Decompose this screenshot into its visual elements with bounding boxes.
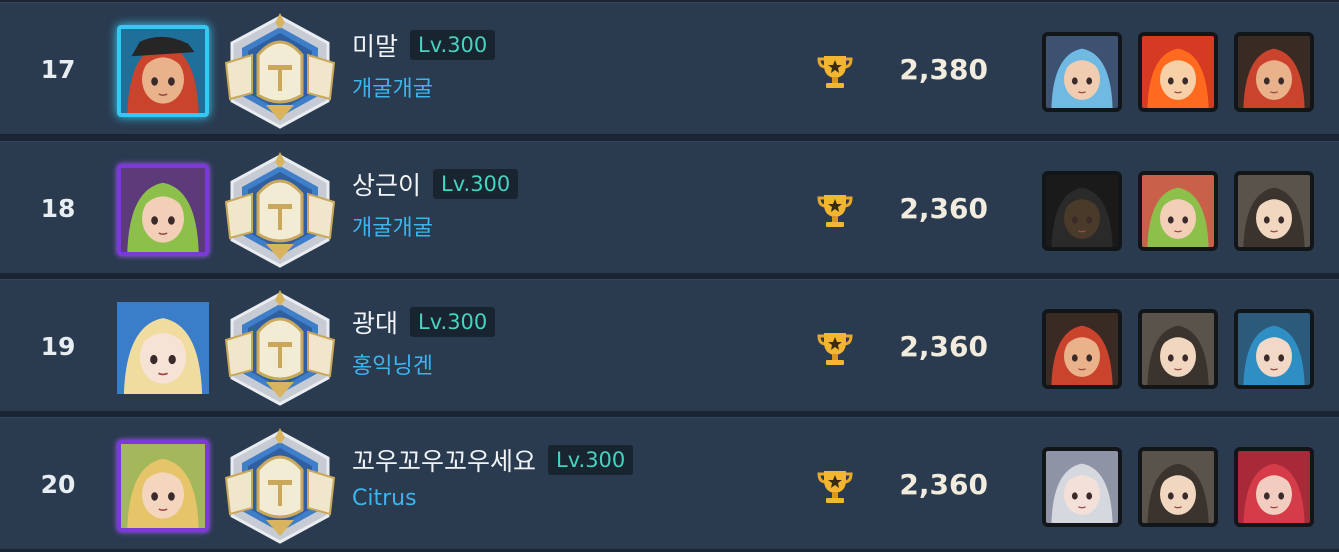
hero-portrait[interactable]	[1042, 309, 1122, 389]
hero-portrait[interactable]	[1138, 447, 1218, 527]
hero-portrait[interactable]	[1042, 171, 1122, 251]
ranking-list: 17 미말 Lv.300 개굴개굴 2,380 18 상근이 Lv.300 개굴…	[0, 0, 1339, 552]
trophy-icon	[815, 53, 855, 91]
rank-number: 17	[40, 54, 76, 84]
trophy-icon	[815, 330, 855, 368]
guild-name[interactable]: 홍익닝겐	[352, 348, 433, 380]
knight-helmet-emblem-icon	[222, 426, 338, 548]
hero-portrait[interactable]	[1234, 32, 1314, 112]
player-name-line: 상근이 Lv.300	[352, 165, 519, 203]
level-badge: Lv.300	[410, 307, 496, 337]
ranking-row[interactable]: 17 미말 Lv.300 개굴개굴 2,380	[0, 2, 1339, 134]
knight-helmet-emblem-icon	[222, 288, 338, 410]
hero-portrait[interactable]	[1234, 447, 1314, 527]
player-name: 광대	[352, 309, 399, 338]
ranking-row[interactable]: 18 상근이 Lv.300 개굴개굴 2,360	[0, 141, 1339, 273]
team-heroes	[1042, 309, 1314, 389]
player-avatar[interactable]	[117, 164, 209, 256]
hero-portrait[interactable]	[1042, 32, 1122, 112]
hero-portrait[interactable]	[1138, 309, 1218, 389]
level-badge: Lv.300	[433, 169, 519, 199]
score: 2,360	[899, 329, 988, 363]
ranking-row[interactable]: 20 꼬우꼬우꼬우세요 Lv.300 Citrus 2,360	[0, 417, 1339, 549]
player-avatar[interactable]	[117, 440, 209, 532]
ranking-row[interactable]: 19 광대 Lv.300 홍익닝겐 2,360	[0, 279, 1339, 411]
trophy-icon	[815, 192, 855, 230]
score: 2,380	[899, 52, 988, 86]
hero-portrait[interactable]	[1234, 309, 1314, 389]
score: 2,360	[899, 191, 988, 225]
hero-portrait[interactable]	[1138, 32, 1218, 112]
level-badge: Lv.300	[548, 445, 634, 475]
rank-number: 20	[40, 469, 76, 499]
guild-name[interactable]: 개굴개굴	[352, 71, 433, 103]
player-name-line: 미말 Lv.300	[352, 26, 496, 64]
level-badge: Lv.300	[410, 30, 496, 60]
team-heroes	[1042, 171, 1314, 251]
player-name: 미말	[352, 32, 399, 61]
trophy-icon	[815, 468, 855, 506]
team-heroes	[1042, 32, 1314, 112]
player-name-line: 광대 Lv.300	[352, 303, 496, 341]
score: 2,360	[899, 467, 988, 501]
player-name-line: 꼬우꼬우꼬우세요 Lv.300	[352, 441, 634, 479]
player-name: 꼬우꼬우꼬우세요	[352, 447, 537, 476]
player-name: 상근이	[352, 171, 422, 200]
player-avatar[interactable]	[117, 302, 209, 394]
guild-name[interactable]: Citrus	[352, 486, 417, 511]
rank-number: 19	[40, 331, 76, 361]
team-heroes	[1042, 447, 1314, 527]
hero-portrait[interactable]	[1234, 171, 1314, 251]
player-avatar[interactable]	[117, 25, 209, 117]
hero-portrait[interactable]	[1042, 447, 1122, 527]
hero-portrait[interactable]	[1138, 171, 1218, 251]
rank-number: 18	[40, 193, 76, 223]
knight-helmet-emblem-icon	[222, 11, 338, 133]
knight-helmet-emblem-icon	[222, 150, 338, 272]
guild-name[interactable]: 개굴개굴	[352, 210, 433, 242]
